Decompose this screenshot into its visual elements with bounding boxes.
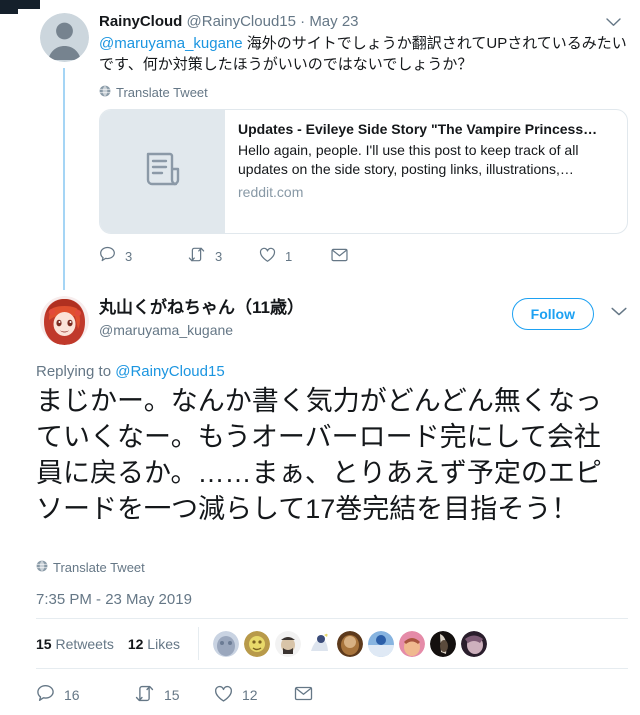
parent-share-button[interactable] [331,248,357,265]
parent-translate-label: Translate Tweet [116,85,208,100]
globe-icon [99,85,111,100]
parent-tweet[interactable]: RainyCloud @RainyCloud15 · May 23 @maruy… [0,0,640,290]
main-retweet-count: 15 [164,687,180,703]
main-tweet-more-button[interactable] [604,300,634,326]
thread-connector-line [63,68,65,290]
main-share-button[interactable] [294,686,322,704]
parent-reply-button[interactable]: 3 [99,246,187,266]
news-article-icon [141,147,185,196]
replying-to: Replying to @RainyCloud15 [36,363,225,380]
reply-icon [36,684,55,706]
liker-facepile [212,630,487,657]
liker-avatar-4[interactable] [305,630,332,657]
header-separator-dot: · [300,13,306,30]
main-tweet-datetime[interactable]: 7:35 PM - 23 May 2019 [36,591,192,608]
liker-avatar-2[interactable] [243,630,270,657]
likes-stat[interactable]: 12 Likes [128,636,180,652]
likes-label: Likes [147,635,180,652]
link-card-title: Updates - Evileye Side Story "The Vampir… [238,121,598,137]
link-card-domain: reddit.com [238,184,304,200]
engagement-stats-row: 15 Retweets 12 Likes [36,619,487,668]
replying-to-handle[interactable]: @RainyCloud15 [115,363,224,380]
heart-icon [259,247,276,266]
main-retweet-button[interactable]: 15 [134,685,214,705]
parent-like-button[interactable]: 1 [259,247,331,266]
main-translate-tweet-button[interactable]: Translate Tweet [36,560,145,575]
follow-button[interactable]: Follow [511,298,594,330]
liker-avatar-1[interactable] [212,630,239,657]
main-like-count: 12 [242,687,258,703]
liker-avatar-3[interactable] [274,630,301,657]
tweet-detail-page: RainyCloud @RainyCloud15 · May 23 @maruy… [0,0,640,715]
retweets-count: 15 [36,635,52,652]
liker-avatar-5[interactable] [336,630,363,657]
parent-like-count: 1 [285,248,293,264]
retweet-icon [187,247,206,265]
avatar[interactable] [40,296,89,345]
replying-to-prefix: Replying to [36,363,116,380]
main-reply-count: 16 [64,687,80,703]
main-like-button[interactable]: 12 [214,685,294,706]
parent-retweet-button[interactable]: 3 [187,247,259,265]
parent-display-name[interactable]: RainyCloud [99,13,182,30]
reply-icon [99,246,116,266]
liker-avatar-9[interactable] [460,630,487,657]
avatar[interactable] [40,13,89,62]
parent-retweet-count: 3 [215,248,223,264]
globe-icon [36,560,48,575]
stats-vertical-divider [197,627,199,660]
mention-link[interactable]: @maruyama_kugane [99,35,243,52]
link-preview-card[interactable]: Updates - Evileye Side Story "The Vampir… [99,109,628,234]
liker-avatar-6[interactable] [367,630,394,657]
liker-avatar-8[interactable] [429,630,456,657]
retweet-icon [134,685,155,705]
parent-tweet-content: RainyCloud @RainyCloud15 · May 23 @maruy… [99,12,628,266]
link-card-description: Hello again, people. I'll use this post … [238,142,579,177]
parent-reply-count: 3 [125,248,133,264]
parent-tweet-text: @maruyama_kugane 海外のサイトでしょうか翻訳されてUPされている… [99,33,628,75]
chevron-down-icon [605,14,621,32]
liker-avatar-7[interactable] [398,630,425,657]
main-tweet-text: まじかー。なんか書く気力がどんどん無くなっていくなー。もうオーバーロード完にして… [36,386,602,524]
envelope-icon [294,686,313,704]
parent-tweet-header: RainyCloud @RainyCloud15 · May 23 [99,12,628,32]
parent-timestamp[interactable]: May 23 [309,13,358,30]
main-tweet-actionbar: 16 15 12 [36,676,322,714]
main-avatar-col [40,296,89,345]
parent-tweet-more-button[interactable] [598,12,628,34]
divider-below-stats [36,668,628,669]
parent-avatar-col [40,13,89,62]
parent-translate-tweet-button[interactable]: Translate Tweet [99,85,628,100]
envelope-icon [331,248,348,265]
retweets-stat[interactable]: 15 Retweets [36,636,114,652]
parent-tweet-actionbar: 3 3 1 [99,246,628,266]
heart-icon [214,685,233,706]
link-card-thumbnail [100,110,225,233]
main-translate-label: Translate Tweet [53,560,145,575]
parent-handle[interactable]: @RainyCloud15 [187,13,296,30]
likes-count: 12 [127,635,144,652]
main-reply-button[interactable]: 16 [36,684,134,706]
retweets-label: Retweets [55,635,114,652]
chevron-down-icon [611,304,627,322]
link-card-text: Updates - Evileye Side Story "The Vampir… [225,110,627,233]
